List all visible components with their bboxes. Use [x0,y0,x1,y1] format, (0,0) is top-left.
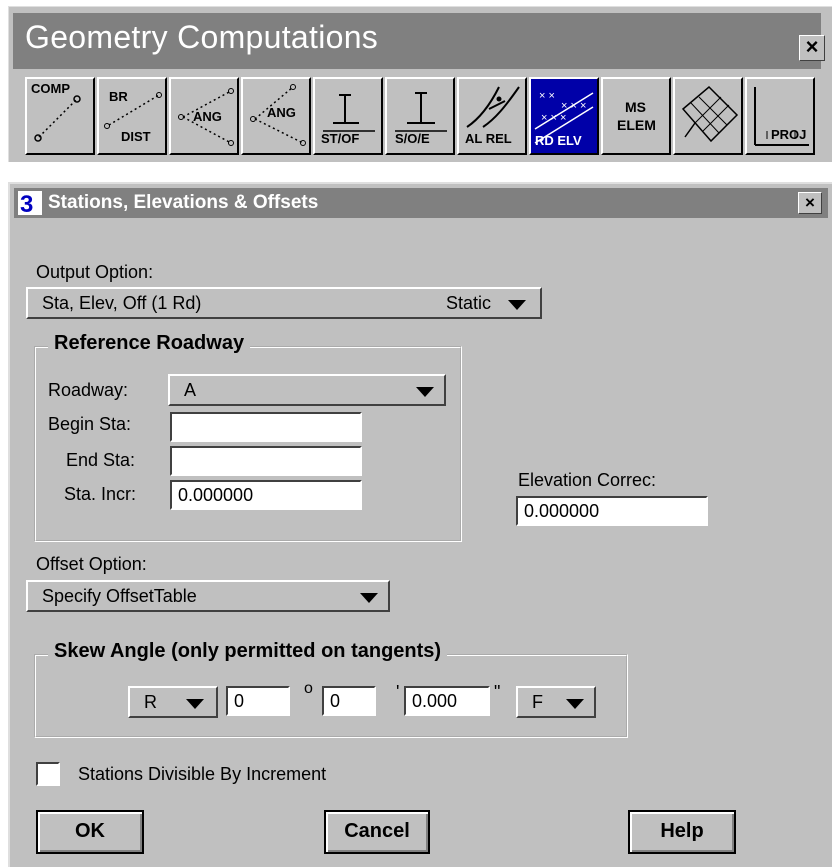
tool-comp-button[interactable]: COMP [25,77,95,155]
tool-br-dist-button[interactable]: BR DIST [97,77,167,155]
elevation-correction-label: Elevation Correc: [518,470,657,490]
dialog-title-bar[interactable]: 3 Stations, Elevations & Offsets × [14,188,828,218]
tool-label: COMP [31,81,70,96]
tool-label: ST/OF [321,131,360,146]
tool-s-o-e-button[interactable]: S/O/E [385,77,455,155]
output-option-label: Output Option: [36,262,154,282]
tool-label: RD ELV [535,133,582,148]
tool-ang-button[interactable]: ANG [169,77,239,155]
roadway-menu[interactable]: A [168,374,446,406]
sta-incr-value: 0.000000 [178,485,254,505]
output-option-menu[interactable]: Sta, Elev, Off (1 Rd) Static [26,287,542,319]
skew-degrees-value: 0 [234,691,245,711]
offset-option-menu[interactable]: Specify OffsetTable [26,580,390,612]
svg-text:× × ×: × × × [561,100,586,112]
svg-text:× ×: × × [539,90,555,102]
elevation-correction-field[interactable]: 0.000000 [516,496,708,526]
tool-label: AL REL [465,131,512,146]
tool-ms-elem-button[interactable]: MS ELEM [601,77,671,155]
chevron-down-icon [508,300,526,310]
tool-label: S/O/E [395,131,430,146]
app-icon: 3 [18,191,42,218]
ok-button[interactable]: OK [36,810,144,854]
svg-text:3: 3 [20,191,33,215]
skew-direction-menu[interactable]: R [128,686,218,718]
stations-divisible-checkbox[interactable] [36,762,60,786]
geometry-computations-window: Geometry Computations × COMP BR DIST ANG… [8,6,832,162]
tool-label: ANG [267,105,296,120]
sta-incr-field[interactable]: 0.000000 [170,480,362,510]
skew-degrees-field[interactable]: 0 [226,686,290,716]
chevron-down-icon [360,593,378,603]
dialog-title: Stations, Elevations & Offsets [48,192,319,213]
stations-elevations-offsets-dialog: 3 Stations, Elevations & Offsets × Outpu… [8,182,832,867]
tool-label: MS [625,99,646,115]
degree-symbol: o [304,680,313,697]
tool-label: DIST [121,129,151,144]
chevron-down-icon [566,699,584,709]
roadway-value: A [184,380,197,400]
tool-crosshatch-button[interactable] [673,77,743,155]
tool-label: ELEM [617,117,656,133]
chevron-down-icon [186,699,204,709]
cancel-button[interactable]: Cancel [324,810,430,854]
sta-incr-label: Sta. Incr: [64,484,137,504]
begin-sta-label: Begin Sta: [48,414,132,434]
skew-face-menu[interactable]: F [516,686,596,718]
elevation-correction-value: 0.000000 [524,501,600,521]
skew-angle-title: Skew Angle (only permitted on tangents) [48,640,448,663]
tool-al-rel-button[interactable]: AL REL [457,77,527,155]
skew-face-value: F [532,692,543,712]
skew-seconds-value: 0.000 [412,691,458,711]
toolbar-close-button[interactable]: × [799,35,825,61]
tool-rd-elv-button[interactable]: × × × × × × × × RD ELV [529,77,599,155]
dialog-close-button[interactable]: × [798,192,822,214]
output-option-value: Sta, Elev, Off (1 Rd) [42,293,202,313]
offset-option-label: Offset Option: [36,554,147,574]
skew-minutes-value: 0 [330,691,341,711]
chevron-down-icon [416,387,434,397]
reference-roadway-title: Reference Roadway [48,332,251,355]
toolbar-title: Geometry Computations [25,19,379,55]
skew-seconds-field[interactable]: 0.000 [404,686,490,716]
second-symbol: " [494,682,501,702]
offset-option-value: Specify OffsetTable [42,586,197,606]
tool-st-of-button[interactable]: ST/OF [313,77,383,155]
tool-label: BR [109,89,128,104]
help-button[interactable]: Help [628,810,736,854]
tool-label: ANG [193,109,222,124]
crosshatch-icon [681,85,739,143]
tool-label: PROJ [771,127,807,142]
output-option-kind: Static [446,293,492,313]
tool-ang-2-button[interactable]: ANG [241,77,311,155]
minute-symbol: ' [396,682,400,702]
skew-minutes-field[interactable]: 0 [322,686,376,716]
roadway-label: Roadway: [48,380,129,400]
stations-divisible-label: Stations Divisible By Increment [78,764,327,784]
skew-direction-value: R [144,692,157,712]
svg-text:× × ×: × × × [541,112,566,124]
begin-sta-field[interactable] [170,412,362,442]
toolbar-title-bar[interactable]: Geometry Computations [13,13,821,69]
end-sta-label: End Sta: [66,450,136,470]
end-sta-field[interactable] [170,446,362,476]
tool-proj-button[interactable]: PROJ [745,77,815,155]
